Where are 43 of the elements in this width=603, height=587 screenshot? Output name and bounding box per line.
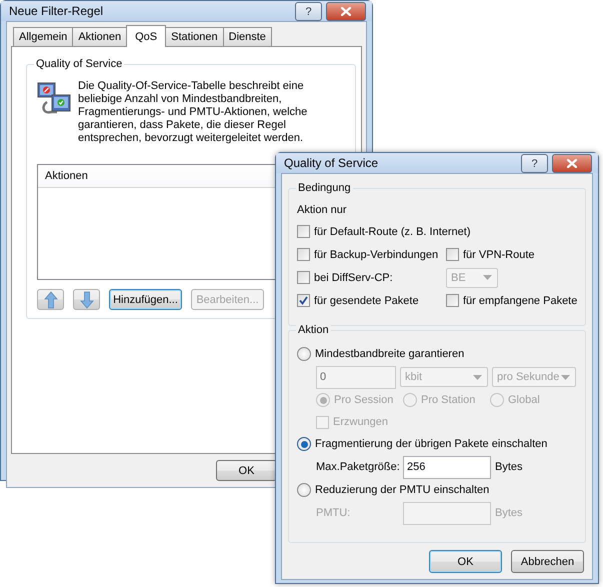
- close-button[interactable]: [326, 2, 366, 21]
- radio-label[interactable]: Mindestbandbreite garantieren: [315, 348, 464, 360]
- caret-icon: [483, 275, 492, 280]
- tab[interactable]: Dienste: [222, 27, 272, 46]
- label: Bytes: [495, 507, 523, 519]
- input-field[interactable]: 256: [403, 456, 491, 478]
- label: PMTU:: [316, 507, 352, 519]
- tab[interactable]: Aktionen: [72, 27, 128, 46]
- close-icon: [567, 159, 577, 168]
- radio-label[interactable]: Reduzierung der PMTU einschalten: [315, 484, 490, 496]
- caret-icon: [561, 374, 570, 380]
- checkbox[interactable]: für gesendete Pakete: [297, 294, 446, 307]
- ok-button[interactable]: OK: [216, 460, 277, 481]
- move-down-button[interactable]: [73, 289, 100, 310]
- caret-icon: [473, 374, 482, 380]
- button[interactable]: Hinzufügen...: [109, 289, 182, 310]
- radio-button[interactable]: [297, 347, 311, 361]
- label: Aktion nur: [297, 204, 348, 218]
- checkbox[interactable]: für VPN-Route: [446, 248, 535, 261]
- close-button[interactable]: [552, 154, 592, 173]
- cancel-button[interactable]: Abbrechen: [511, 550, 584, 573]
- tab[interactable]: Stationen: [165, 27, 224, 46]
- checkbox[interactable]: für empfangene Pakete: [446, 294, 578, 307]
- tab[interactable]: Allgemein: [13, 27, 74, 46]
- move-up-button[interactable]: [37, 289, 64, 310]
- checkmark-icon: [298, 295, 309, 306]
- label: Bytes: [495, 461, 523, 473]
- window-title: Neue Filter-Regel: [8, 4, 104, 18]
- arrow-down-icon: [80, 290, 94, 308]
- radio-button[interactable]: [297, 483, 311, 497]
- close-icon: [341, 7, 351, 16]
- ok-button[interactable]: OK: [429, 550, 502, 573]
- radio-label[interactable]: Fragmentierung der übrigen Pakete einschalten: [315, 438, 548, 450]
- monitors-icon: [38, 82, 70, 114]
- help-button[interactable]: ?: [521, 154, 548, 173]
- group-title: Bedingung: [296, 181, 353, 195]
- radio-button[interactable]: [297, 437, 311, 451]
- column-header[interactable]: Aktionen: [38, 170, 88, 182]
- tab[interactable]: QoS: [126, 25, 166, 47]
- help-button[interactable]: ?: [295, 2, 322, 21]
- description-text: Die Quality-Of-Service-Tabelle beschreibt eine beliebige Anzahl von Mindestbandbreiten, Fragmentierungs- und PMTU-Aktionen, welche garantieren, dass Pakete, die dieser Regel entsprechen, bevorzugt weitergeleitet werden.: [78, 80, 308, 145]
- arrow-up-icon: [44, 290, 58, 308]
- group-title: Quality of Service: [34, 57, 124, 71]
